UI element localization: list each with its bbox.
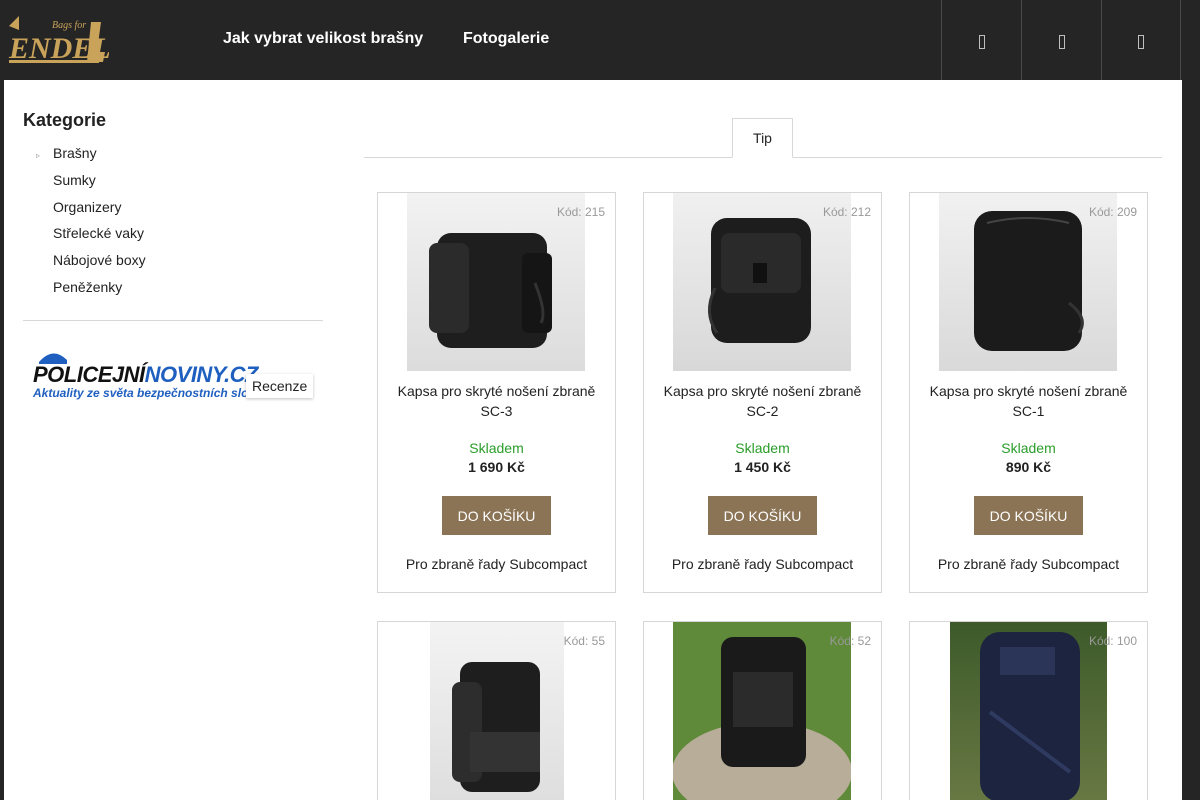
user-icon	[1058, 35, 1065, 49]
product-image[interactable]	[950, 622, 1107, 800]
product-price: 1 450 Kč	[734, 459, 791, 475]
product-card[interactable]: Kód: 212 Kapsa pro skryté nošení zbraně …	[643, 192, 882, 593]
product-name[interactable]: Kapsa pro skryté nošení zbraně SC-1	[920, 381, 1137, 421]
logo-small-text: Bags for	[52, 20, 86, 31]
stock-status: Skladem	[469, 440, 524, 456]
category-sumky[interactable]: Sumky	[53, 171, 146, 198]
nav-photo-gallery[interactable]: Fotogalerie	[463, 30, 549, 48]
policejni-noviny-banner[interactable]: POLICEJNÍNOVINY.CZ Aktuality ze světa be…	[33, 348, 318, 404]
product-code: Kód: 212	[822, 205, 871, 219]
stock-status: Skladem	[735, 440, 790, 456]
product-code: Kód: 209	[1088, 205, 1137, 219]
product-image[interactable]	[407, 193, 585, 371]
main-content: Kategorie ▹ Brašny Sumky Organizery Střel…	[4, 80, 1182, 800]
search-icon	[978, 35, 985, 49]
product-image[interactable]	[673, 622, 851, 800]
product-description: Pro zbraně řady Subcompact	[405, 556, 588, 572]
product-code: Kód: 100	[1088, 634, 1137, 648]
product-code: Kód: 215	[556, 205, 605, 219]
product-card[interactable]: Kód: 215 Kapsa pro skryté nošení zbraně …	[377, 192, 616, 593]
expand-bullet-icon[interactable]: ▹	[36, 147, 40, 165]
category-brasny[interactable]: ▹ Brašny	[36, 144, 146, 171]
search-button[interactable]	[941, 0, 1021, 80]
product-code: Kód: 55	[563, 634, 605, 648]
product-code: Kód: 52	[829, 634, 871, 648]
product-image[interactable]	[673, 193, 851, 371]
add-to-cart-button[interactable]: DO KOŠÍKU	[708, 496, 817, 535]
product-description: Pro zbraně řady Subcompact	[937, 556, 1120, 572]
product-card[interactable]: Kód: 52	[643, 621, 882, 800]
categories-title: Kategorie	[23, 110, 107, 130]
endel-logo[interactable]: Bags for ENDEL	[5, 12, 111, 66]
banner-tagline: Aktuality ze světa bezpečnostních složek	[33, 386, 268, 400]
cart-button[interactable]	[1101, 0, 1181, 80]
tab-tip[interactable]: Tip	[732, 118, 793, 158]
site-header: Bags for ENDEL Jak vybrat velikost brašn…	[0, 0, 1200, 80]
add-to-cart-button[interactable]: DO KOŠÍKU	[974, 496, 1083, 535]
product-price: 1 690 Kč	[468, 459, 525, 475]
reviews-button[interactable]: Recenze	[246, 374, 314, 398]
product-card[interactable]: Kód: 55	[377, 621, 616, 800]
sidebar-divider	[23, 320, 323, 321]
category-nabojove-boxy[interactable]: Nábojové boxy	[53, 251, 146, 278]
product-card[interactable]: Kód: 100	[909, 621, 1148, 800]
category-list: ▹ Brašny Sumky Organizery Střelecké vaky …	[36, 144, 146, 305]
product-image[interactable]	[430, 622, 564, 800]
user-button[interactable]	[1021, 0, 1101, 80]
category-strelecke-vaky[interactable]: Střelecké vaky	[53, 224, 146, 251]
add-to-cart-button[interactable]: DO KOŠÍKU	[442, 496, 551, 535]
category-organizery[interactable]: Organizery	[53, 198, 146, 225]
product-price: 890 Kč	[1005, 459, 1052, 475]
nav-size-guide[interactable]: Jak vybrat velikost brašny	[223, 30, 423, 48]
stock-status: Skladem	[1001, 440, 1056, 456]
product-card[interactable]: Kód: 209 Kapsa pro skryté nošení zbraně …	[909, 192, 1148, 593]
product-name[interactable]: Kapsa pro skryté nošení zbraně SC-2	[654, 381, 871, 421]
product-image[interactable]	[939, 193, 1117, 371]
banner-title: POLICEJNÍNOVINY.CZ	[33, 362, 258, 387]
product-name[interactable]: Kapsa pro skryté nošení zbraně SC-3	[388, 381, 605, 421]
category-penezenky[interactable]: Peněženky	[53, 278, 146, 305]
cart-icon	[1138, 35, 1144, 49]
product-description: Pro zbraně řady Subcompact	[671, 556, 854, 572]
